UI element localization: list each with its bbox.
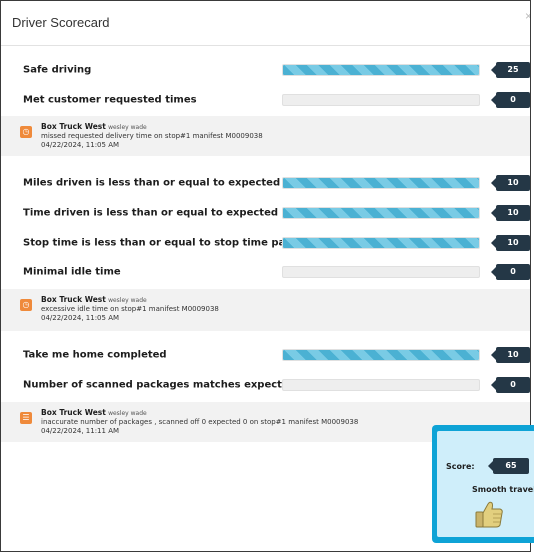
score-message: Smooth travels	[472, 485, 534, 494]
metric-value-badge: 10	[491, 235, 530, 251]
incident-note-text: Box Truck West wesley wade missed reques…	[41, 122, 263, 150]
note-timestamp: 04/22/2024, 11:05 AM	[41, 141, 120, 149]
score-label: Score:	[446, 462, 475, 471]
close-icon[interactable]: ×	[525, 9, 530, 23]
metric-progress-fill	[283, 65, 479, 75]
metric-value-badge: 10	[491, 205, 530, 221]
incident-note: ◷ Box Truck West wesley wade missed requ…	[1, 116, 530, 156]
metric-value-badge: 10	[491, 347, 530, 363]
metric-progress-bar	[282, 207, 480, 219]
metric-row-time-driven: Time driven is less than or equal to exp…	[1, 198, 530, 228]
score-panel: Score: 65 Smooth travels	[432, 425, 534, 543]
metric-progress-fill	[283, 350, 479, 360]
metric-progress-bar	[282, 64, 480, 76]
note-driver: wesley wade	[108, 124, 147, 131]
metric-progress-bar	[282, 237, 480, 249]
dialog-header: Driver Scorecard ×	[1, 1, 530, 46]
incident-note-text: Box Truck West wesley wade inaccurate nu…	[41, 408, 358, 436]
note-timestamp: 04/22/2024, 11:05 AM	[41, 314, 120, 322]
metric-label: Stop time is less than or equal to stop …	[23, 237, 318, 249]
metric-progress-bar	[282, 266, 480, 278]
list-icon: ☰	[20, 412, 32, 424]
metric-progress-bar	[282, 349, 480, 361]
metric-label: Minimal idle time	[23, 266, 121, 278]
incident-note-text: Box Truck West wesley wade excessive idl…	[41, 295, 219, 323]
metric-row-customer-times: Met customer requested times 0	[1, 85, 530, 115]
metric-label: Time driven is less than or equal to exp…	[23, 207, 279, 219]
metric-value-badge: 10	[491, 175, 530, 191]
metric-value-badge: 0	[491, 264, 530, 280]
dialog-title: Driver Scorecard	[12, 15, 110, 30]
metric-row-scanned-packages: Number of scanned packages matches expec…	[1, 370, 530, 400]
metric-progress-fill	[283, 178, 479, 188]
metric-value-badge: 0	[491, 377, 530, 393]
note-message: missed requested delivery time on stop#1…	[41, 132, 263, 140]
metric-progress-bar	[282, 94, 480, 106]
note-vehicle: Box Truck West	[41, 408, 106, 417]
metric-progress-fill	[283, 238, 479, 248]
metric-progress-fill	[283, 208, 479, 218]
metric-label: Met customer requested times	[23, 94, 197, 106]
note-timestamp: 04/22/2024, 11:11 AM	[41, 427, 120, 435]
metric-row-stop-time: Stop time is less than or equal to stop …	[1, 228, 530, 258]
note-driver: wesley wade	[108, 410, 147, 417]
clock-icon: ◷	[20, 126, 32, 138]
metric-value-badge: 25	[491, 62, 530, 78]
note-driver: wesley wade	[108, 297, 147, 304]
metric-label: Miles driven is less than or equal to ex…	[23, 177, 281, 189]
metric-row-take-me-home: Take me home completed 10	[1, 340, 530, 370]
metric-label: Number of scanned packages matches expec…	[23, 379, 296, 391]
incident-note: ◷ Box Truck West wesley wade excessive i…	[1, 289, 530, 331]
note-vehicle: Box Truck West	[41, 295, 106, 304]
metric-row-safe-driving: Safe driving 25	[1, 55, 530, 85]
clock-icon: ◷	[20, 299, 32, 311]
score-panel-inner: Score: 65 Smooth travels	[437, 431, 534, 537]
metric-progress-bar	[282, 177, 480, 189]
note-vehicle: Box Truck West	[41, 122, 106, 131]
note-message: excessive idle time on stop#1 manifest M…	[41, 305, 219, 313]
metric-label: Safe driving	[23, 64, 92, 76]
thumbs-up-icon	[475, 501, 503, 528]
metric-row-miles-driven: Miles driven is less than or equal to ex…	[1, 168, 530, 198]
note-message: inaccurate number of packages , scanned …	[41, 418, 359, 426]
metric-row-idle-time: Minimal idle time 0	[1, 257, 530, 287]
score-value-badge: 65	[488, 458, 529, 474]
metric-value-badge: 0	[491, 92, 530, 108]
metric-label: Take me home completed	[23, 349, 167, 361]
metric-progress-bar	[282, 379, 480, 391]
